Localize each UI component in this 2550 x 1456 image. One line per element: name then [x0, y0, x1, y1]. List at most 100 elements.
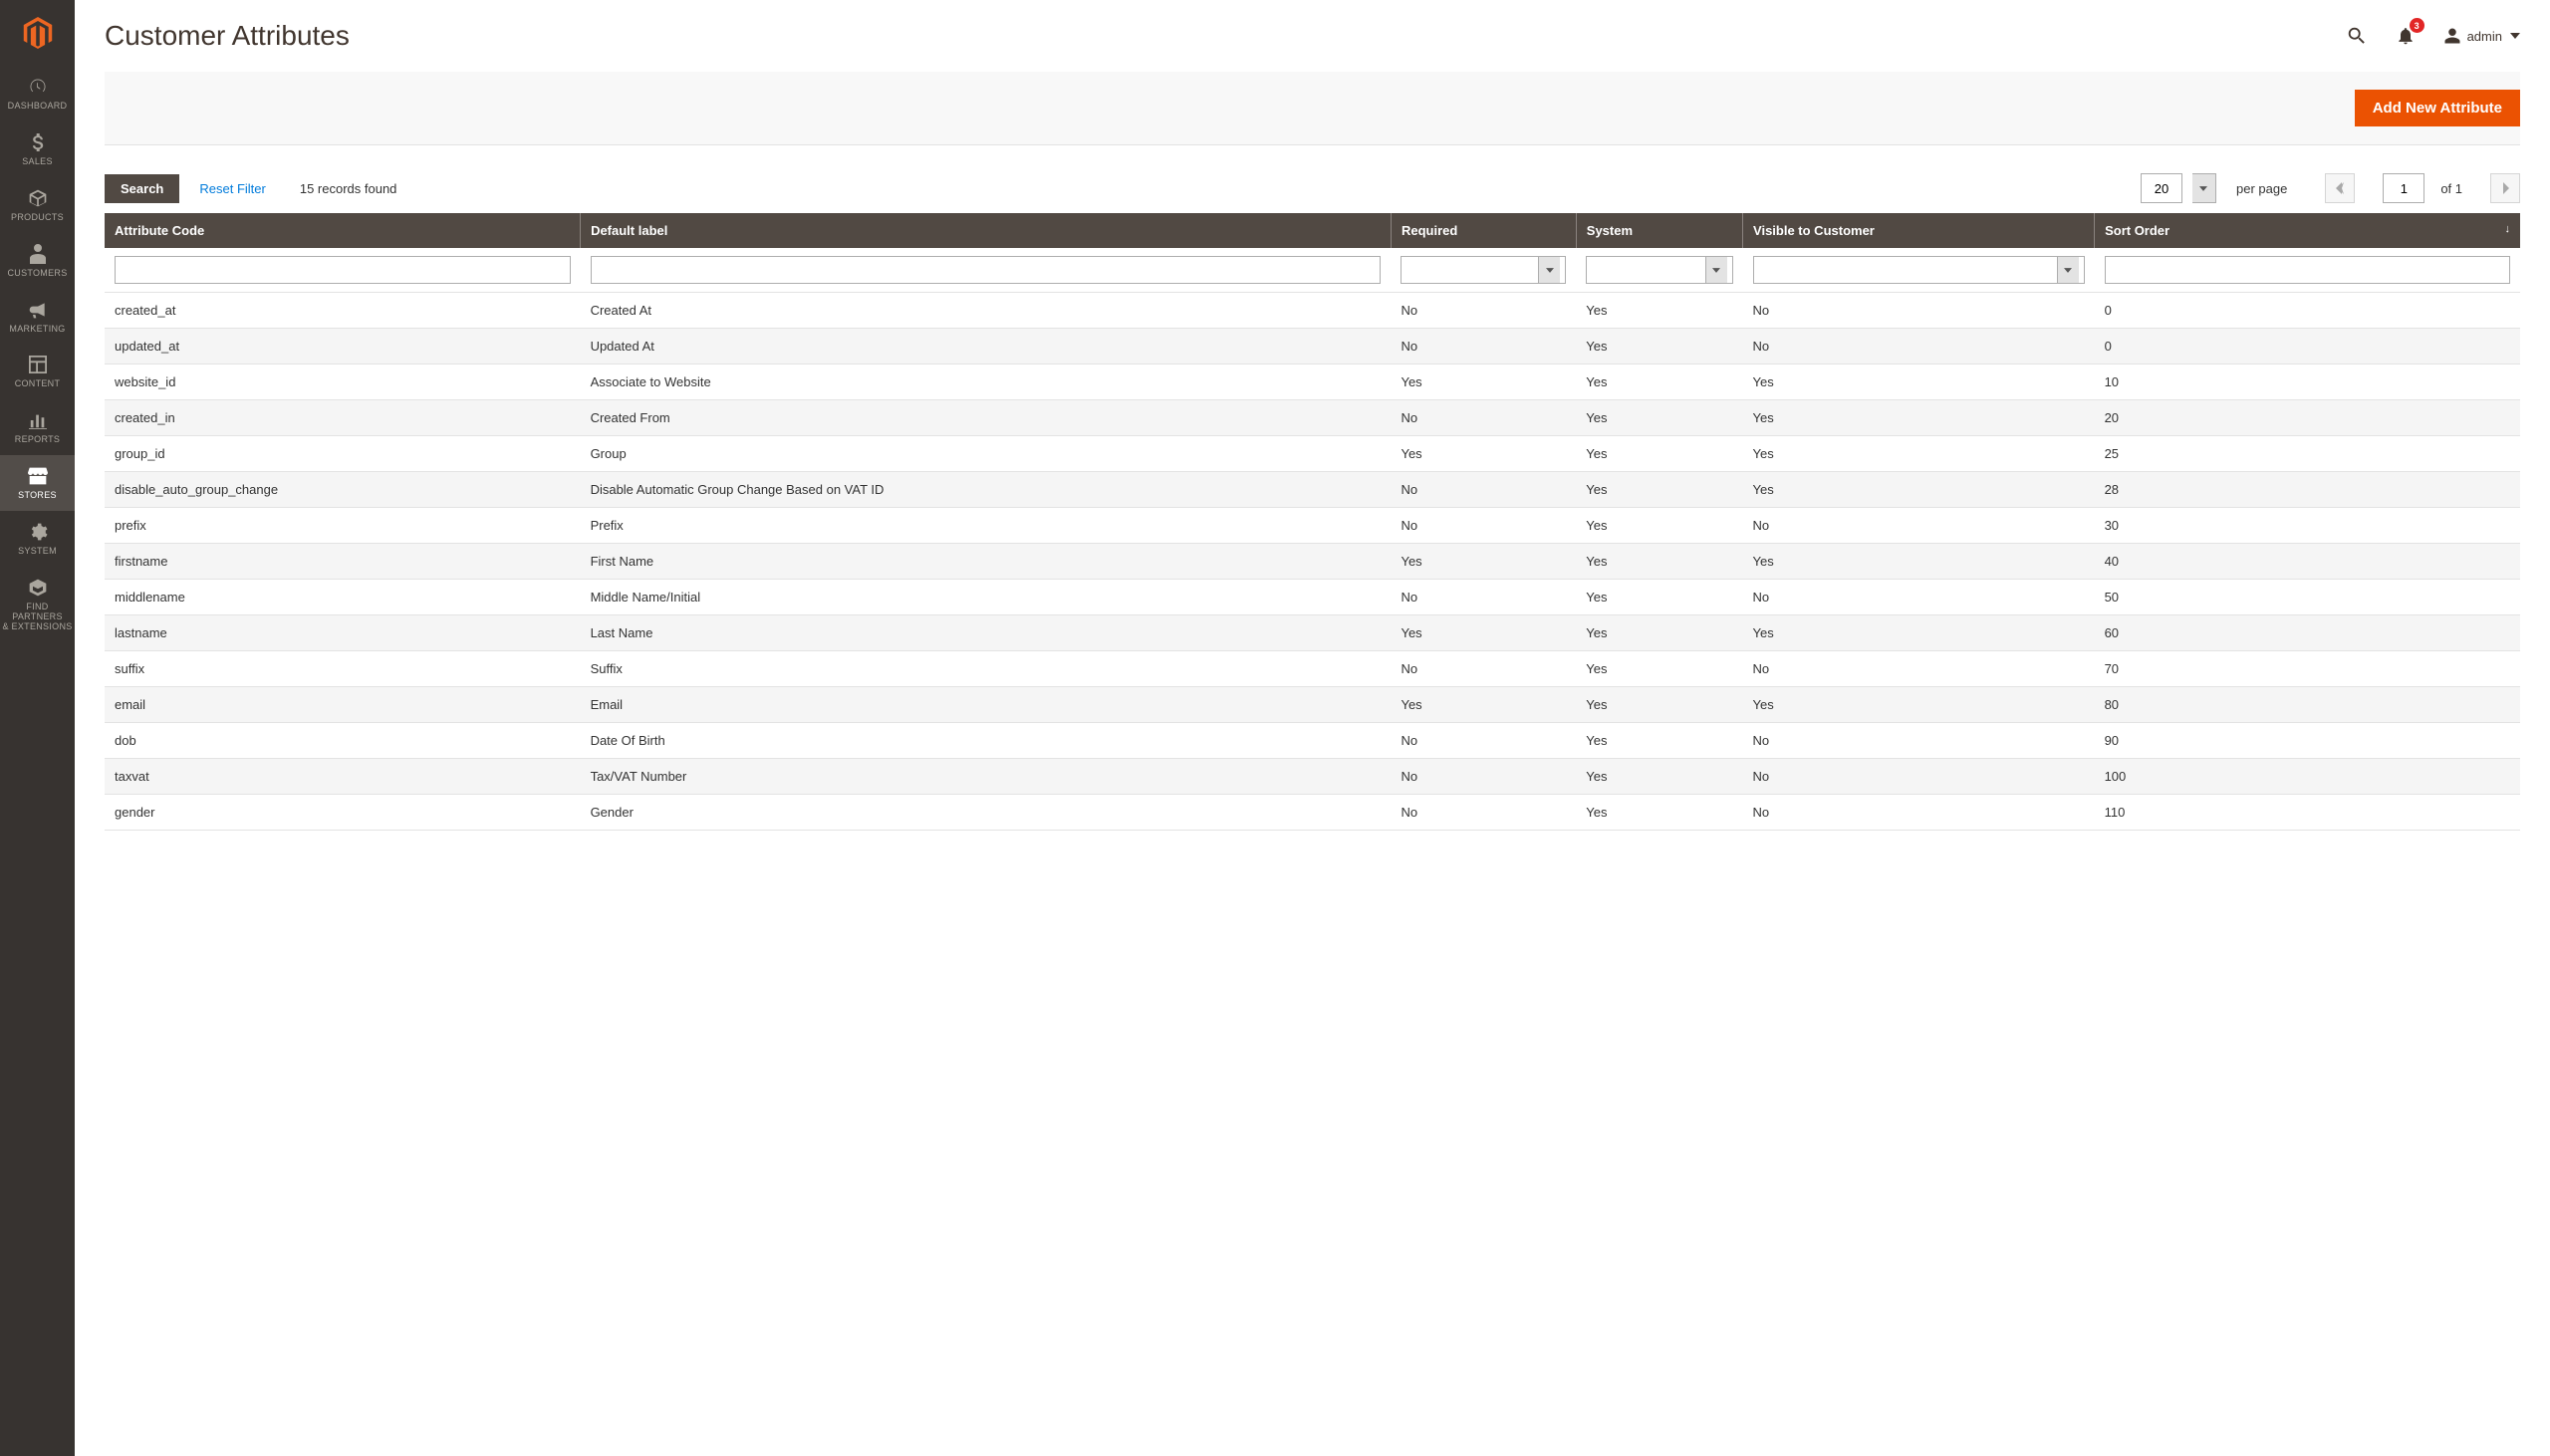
table-cell-sort: 70: [2095, 651, 2520, 687]
search-button[interactable]: [2346, 25, 2368, 47]
column-header-label[interactable]: Default label: [581, 213, 1392, 248]
sidebar-item-label: STORES: [18, 491, 57, 501]
sidebar-item-dashboard[interactable]: DASHBOARD: [0, 66, 75, 121]
table-row[interactable]: updated_atUpdated AtNoYesNo0: [105, 329, 2520, 364]
table-cell-sort: 0: [2095, 293, 2520, 329]
sidebar-item-label: REPORTS: [15, 435, 60, 445]
table-row[interactable]: taxvatTax/VAT NumberNoYesNo100: [105, 759, 2520, 795]
per-page-input[interactable]: [2141, 173, 2182, 203]
table-cell-system: Yes: [1576, 687, 1742, 723]
next-page-button[interactable]: [2490, 173, 2520, 203]
column-header-required[interactable]: Required: [1391, 213, 1576, 248]
filter-required-select[interactable]: [1401, 256, 1566, 284]
table-row[interactable]: middlenameMiddle Name/InitialNoYesNo50: [105, 580, 2520, 615]
table-cell-required: Yes: [1391, 687, 1576, 723]
table-cell-label: Prefix: [581, 508, 1392, 544]
user-menu[interactable]: admin: [2443, 27, 2520, 45]
column-header-system[interactable]: System: [1576, 213, 1742, 248]
sidebar-item-label: DASHBOARD: [8, 102, 68, 112]
table-cell-required: No: [1391, 508, 1576, 544]
table-cell-system: Yes: [1576, 759, 1742, 795]
table-row[interactable]: disable_auto_group_changeDisable Automat…: [105, 472, 2520, 508]
sidebar-item-label: SYSTEM: [18, 547, 57, 557]
box-icon: [28, 188, 48, 208]
table-row[interactable]: firstnameFirst NameYesYesYes40: [105, 544, 2520, 580]
table-row[interactable]: prefixPrefixNoYesNo30: [105, 508, 2520, 544]
current-page-input[interactable]: [2383, 173, 2424, 203]
per-page-dropdown[interactable]: [2192, 173, 2216, 203]
filter-row: [105, 248, 2520, 293]
table-cell-code: dob: [105, 723, 581, 759]
sidebar-item-label: CONTENT: [15, 379, 61, 389]
sidebar-item-partners[interactable]: FIND PARTNERS & EXTENSIONS: [0, 567, 75, 642]
grid-controls: Search Reset Filter 15 records found per…: [105, 173, 2520, 203]
caret-down-icon: [2199, 186, 2207, 191]
table-row[interactable]: emailEmailYesYesYes80: [105, 687, 2520, 723]
sidebar-item-marketing[interactable]: MARKETING: [0, 289, 75, 345]
sidebar-item-system[interactable]: SYSTEM: [0, 511, 75, 567]
table-cell-visible: Yes: [1743, 472, 2095, 508]
table-row[interactable]: genderGenderNoYesNo110: [105, 795, 2520, 831]
attributes-table: Attribute Code Default label Required Sy…: [105, 213, 2520, 831]
column-header-code[interactable]: Attribute Code: [105, 213, 581, 248]
filter-code-input[interactable]: [115, 256, 571, 284]
table-cell-label: Email: [581, 687, 1392, 723]
table-cell-code: updated_at: [105, 329, 581, 364]
sidebar-item-content[interactable]: CONTENT: [0, 344, 75, 399]
filter-label-input[interactable]: [591, 256, 1382, 284]
table-cell-visible: Yes: [1743, 687, 2095, 723]
sidebar-item-stores[interactable]: STORES: [0, 455, 75, 511]
filter-sort-input[interactable]: [2105, 256, 2510, 284]
partners-icon: [28, 578, 48, 598]
table-cell-code: suffix: [105, 651, 581, 687]
table-cell-sort: 40: [2095, 544, 2520, 580]
chevron-right-icon: [2501, 182, 2509, 194]
table-row[interactable]: dobDate Of BirthNoYesNo90: [105, 723, 2520, 759]
megaphone-icon: [28, 301, 48, 319]
sidebar-item-reports[interactable]: REPORTS: [0, 399, 75, 455]
table-row[interactable]: created_atCreated AtNoYesNo0: [105, 293, 2520, 329]
column-header-sort[interactable]: Sort Order↓: [2095, 213, 2520, 248]
sidebar-item-label: PRODUCTS: [11, 213, 64, 223]
person-icon: [30, 244, 46, 264]
per-page-label: per page: [2236, 181, 2287, 196]
page-header: Customer Attributes 3 admin: [75, 0, 2550, 52]
magento-logo[interactable]: [0, 0, 75, 66]
search-button[interactable]: Search: [105, 174, 179, 203]
filter-visible-select[interactable]: [1753, 256, 2085, 284]
table-cell-visible: Yes: [1743, 364, 2095, 400]
table-row[interactable]: website_idAssociate to WebsiteYesYesYes1…: [105, 364, 2520, 400]
table-row[interactable]: suffixSuffixNoYesNo70: [105, 651, 2520, 687]
table-row[interactable]: created_inCreated FromNoYesYes20: [105, 400, 2520, 436]
search-icon: [2346, 25, 2368, 47]
filter-system-select[interactable]: [1586, 256, 1732, 284]
notifications-button[interactable]: 3: [2396, 25, 2416, 47]
sidebar-item-customers[interactable]: CUSTOMERS: [0, 233, 75, 289]
table-cell-visible: Yes: [1743, 615, 2095, 651]
table-row[interactable]: lastnameLast NameYesYesYes60: [105, 615, 2520, 651]
table-cell-required: No: [1391, 293, 1576, 329]
table-cell-code: firstname: [105, 544, 581, 580]
table-cell-system: Yes: [1576, 472, 1742, 508]
table-cell-label: Middle Name/Initial: [581, 580, 1392, 615]
notification-badge: 3: [2410, 18, 2424, 33]
prev-page-button[interactable]: [2325, 173, 2355, 203]
add-new-attribute-button[interactable]: Add New Attribute: [2355, 90, 2520, 126]
table-cell-label: Associate to Website: [581, 364, 1392, 400]
table-row[interactable]: group_idGroupYesYesYes25: [105, 436, 2520, 472]
table-cell-sort: 80: [2095, 687, 2520, 723]
reset-filter-link[interactable]: Reset Filter: [199, 181, 265, 196]
sidebar-item-products[interactable]: PRODUCTS: [0, 177, 75, 233]
sidebar-item-label: SALES: [22, 157, 53, 167]
table-cell-label: Disable Automatic Group Change Based on …: [581, 472, 1392, 508]
table-cell-visible: No: [1743, 580, 2095, 615]
column-header-visible[interactable]: Visible to Customer: [1743, 213, 2095, 248]
table-cell-code: website_id: [105, 364, 581, 400]
table-cell-visible: No: [1743, 759, 2095, 795]
table-cell-required: No: [1391, 400, 1576, 436]
sidebar-item-sales[interactable]: SALES: [0, 121, 75, 177]
table-cell-required: No: [1391, 580, 1576, 615]
chevron-left-icon: [2336, 182, 2344, 194]
table-cell-label: Updated At: [581, 329, 1392, 364]
of-pages: of 1: [2440, 181, 2462, 196]
